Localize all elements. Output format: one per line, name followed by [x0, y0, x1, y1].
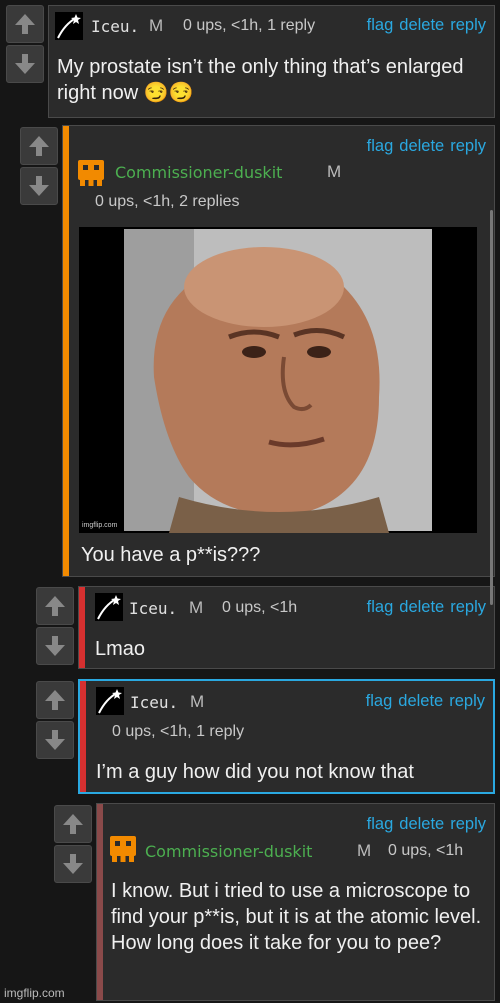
- thread-stripe: [79, 587, 85, 668]
- arrow-up-icon: [45, 690, 65, 710]
- upvote-button[interactable]: [36, 681, 74, 719]
- downvote-button[interactable]: [6, 45, 44, 83]
- comet-icon: [57, 14, 81, 39]
- comment-body: flag delete reply Commissioner-duskit M 0 …: [96, 803, 495, 1001]
- vote-controls: [36, 681, 76, 761]
- meme-photo: [79, 227, 477, 533]
- comment-actions: flag delete reply: [361, 815, 486, 834]
- meme-image[interactable]: imgflip.com: [79, 227, 477, 533]
- user-avatar[interactable]: [96, 687, 124, 715]
- thread-stripe: [63, 126, 69, 576]
- comment-actions: flag delete reply: [361, 16, 486, 35]
- downvote-button[interactable]: [54, 845, 92, 883]
- comment-body: flag delete reply Commissioner-duskit M 0 …: [62, 125, 495, 577]
- flag-link[interactable]: flag: [367, 16, 394, 34]
- delete-link[interactable]: delete: [399, 16, 444, 34]
- upvote-button[interactable]: [36, 587, 74, 625]
- imgflip-watermark: imgflip.com: [4, 986, 65, 1000]
- comment-actions: flag delete reply: [360, 692, 485, 711]
- user-avatar[interactable]: [55, 12, 83, 40]
- comment-meta: 0 ups, <1h: [222, 599, 298, 616]
- vote-controls: [36, 587, 76, 667]
- downvote-button[interactable]: [20, 167, 58, 205]
- arrow-up-icon: [45, 596, 65, 616]
- upvote-button[interactable]: [6, 5, 44, 43]
- downvote-button[interactable]: [36, 721, 74, 759]
- delete-link[interactable]: delete: [399, 598, 444, 616]
- comment-meta: 0 ups, <1h, 2 replies: [95, 193, 240, 210]
- username[interactable]: Iceu.: [129, 599, 177, 618]
- thread-stripe: [80, 681, 86, 792]
- comet-icon: [98, 689, 122, 714]
- reply-link[interactable]: reply: [450, 16, 486, 34]
- arrow-down-icon: [15, 54, 35, 74]
- arrow-up-icon: [29, 136, 49, 156]
- vote-controls: [6, 5, 46, 85]
- upvote-button[interactable]: [20, 127, 58, 165]
- comment-meta: 0 ups, <1h: [388, 842, 464, 859]
- vote-controls: [20, 127, 60, 207]
- arrow-down-icon: [63, 854, 83, 874]
- comment-text: Lmao: [95, 638, 146, 660]
- mod-badge: M: [149, 16, 164, 35]
- delete-link[interactable]: delete: [398, 692, 443, 710]
- user-avatar[interactable]: [77, 159, 105, 187]
- username[interactable]: Commissioner-duskit: [115, 163, 282, 182]
- comment-text: I’m a guy how did you not know that: [96, 761, 414, 783]
- reply-link[interactable]: reply: [450, 137, 486, 155]
- username[interactable]: Commissioner-duskit: [145, 842, 312, 861]
- comment-actions: flag delete reply: [361, 137, 486, 156]
- arrow-down-icon: [45, 636, 65, 656]
- reply-link[interactable]: reply: [449, 692, 485, 710]
- user-avatar[interactable]: [95, 593, 123, 621]
- flag-link[interactable]: flag: [366, 692, 393, 710]
- upvote-button[interactable]: [54, 805, 92, 843]
- delete-link[interactable]: delete: [399, 137, 444, 155]
- comment-text: My prostate isn’t the only thing that’s …: [57, 56, 464, 104]
- flag-link[interactable]: flag: [367, 137, 394, 155]
- robot-icon: [110, 836, 136, 862]
- comment-actions: flag delete reply: [361, 598, 486, 617]
- mod-badge: M: [189, 598, 204, 617]
- reply-link[interactable]: reply: [450, 815, 486, 833]
- comment-body: Iceu. M 0 ups, <1h flag delete reply Lmao: [78, 586, 495, 669]
- scrollbar[interactable]: [490, 210, 493, 605]
- comment-text: I know. But i tried to use a microscope …: [111, 880, 482, 954]
- flag-link[interactable]: flag: [367, 815, 394, 833]
- comment-meta: 0 ups, <1h, 1 reply: [112, 723, 245, 740]
- comment-body: Iceu. M 0 ups, <1h, 1 reply flag delete re…: [48, 5, 495, 118]
- flag-link[interactable]: flag: [367, 598, 394, 616]
- vote-controls: [54, 805, 94, 885]
- meme-watermark: imgflip.com: [82, 522, 118, 529]
- mod-badge: M: [190, 692, 205, 711]
- mod-badge: M: [327, 162, 342, 181]
- arrow-up-icon: [15, 14, 35, 34]
- comment-meta: 0 ups, <1h, 1 reply: [183, 17, 316, 34]
- robot-icon: [78, 160, 104, 186]
- comment-text: You have a p**is???: [81, 544, 261, 566]
- arrow-up-icon: [63, 814, 83, 834]
- user-avatar[interactable]: [109, 835, 137, 863]
- downvote-button[interactable]: [36, 627, 74, 665]
- comet-icon: [97, 595, 121, 620]
- reply-link[interactable]: reply: [450, 598, 486, 616]
- thread-stripe: [97, 804, 103, 1000]
- comment-body-highlighted: Iceu. M flag delete reply 0 ups, <1h, 1 re…: [78, 679, 495, 794]
- username[interactable]: Iceu.: [130, 693, 178, 712]
- username[interactable]: Iceu.: [91, 17, 139, 36]
- arrow-down-icon: [29, 176, 49, 196]
- arrow-down-icon: [45, 730, 65, 750]
- delete-link[interactable]: delete: [399, 815, 444, 833]
- mod-badge: M: [357, 841, 372, 860]
